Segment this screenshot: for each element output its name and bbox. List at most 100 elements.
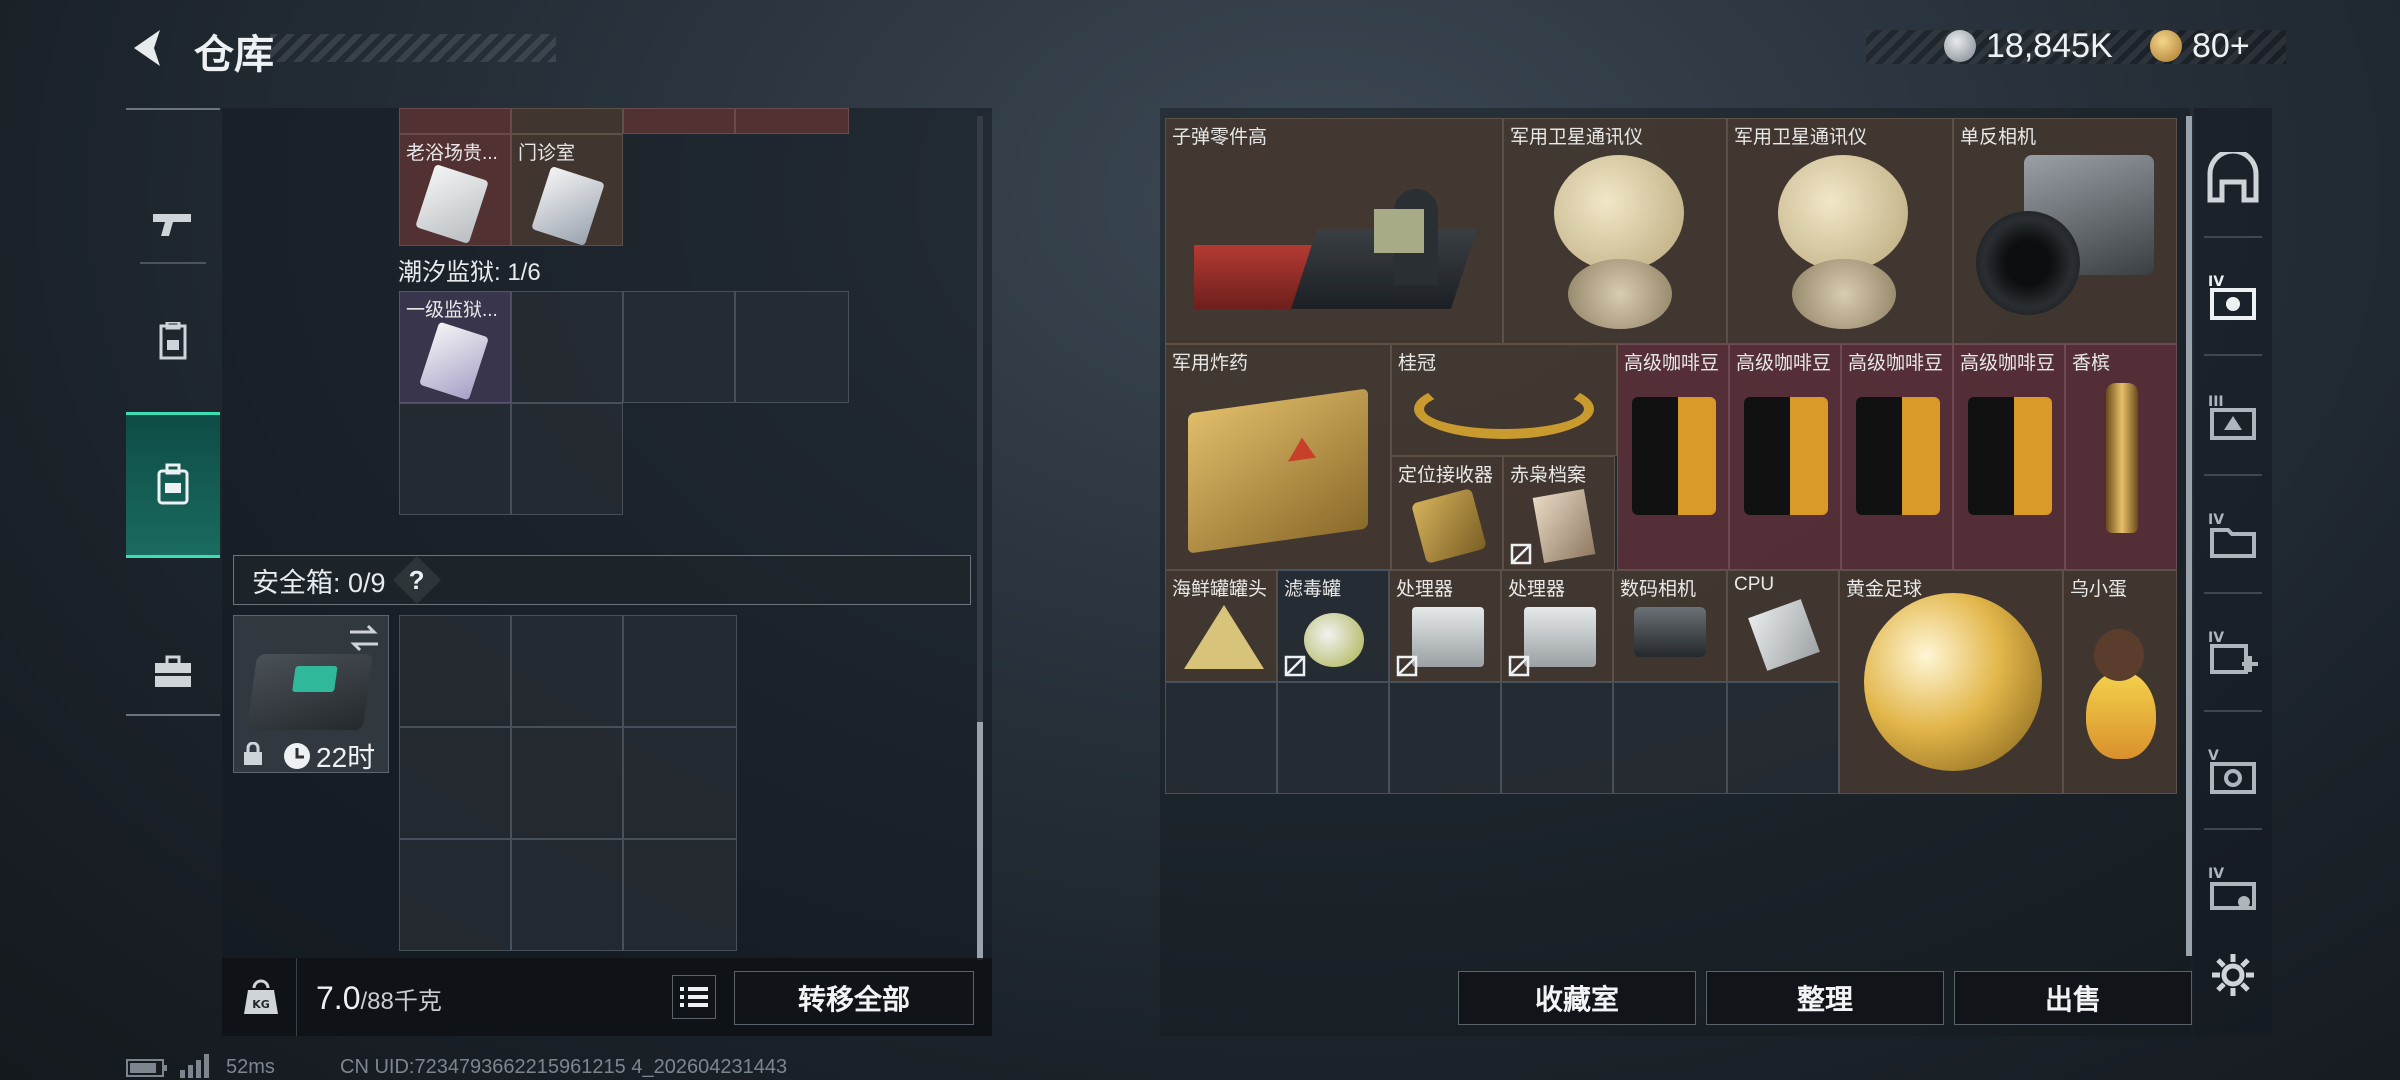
- safe-box-item[interactable]: 22时: [233, 615, 389, 773]
- ammo-crate-icon: [1194, 189, 1477, 319]
- safe-slot[interactable]: [511, 727, 623, 839]
- no-insure-icon: [1510, 543, 1532, 565]
- safe-slot[interactable]: [623, 615, 737, 727]
- key-card-item[interactable]: 门诊室: [511, 134, 623, 247]
- help-icon[interactable]: ?: [392, 555, 441, 605]
- swap-icon: [350, 624, 378, 652]
- empty-slot[interactable]: [1165, 682, 1277, 794]
- gun-icon: [153, 214, 191, 236]
- empty-slot[interactable]: [1727, 682, 1839, 794]
- key-card-item[interactable]: 一级监狱...: [399, 291, 511, 403]
- right-scrollbar[interactable]: [2186, 116, 2192, 956]
- empty-slot[interactable]: [511, 403, 623, 515]
- safe-slot[interactable]: [623, 839, 737, 951]
- item-label: 香槟: [2072, 353, 2111, 374]
- list-icon: [680, 987, 708, 1007]
- item-laurel[interactable]: 桂冠: [1391, 344, 1617, 456]
- item-label: 赤枭档案: [1510, 465, 1587, 486]
- item-label: 海鲜罐罐头: [1172, 579, 1268, 600]
- nav-backpack[interactable]: [126, 412, 220, 558]
- item-label: 处理器: [1508, 579, 1566, 600]
- svg-text:IV: IV: [2208, 512, 2224, 528]
- svg-text:V: V: [2208, 748, 2219, 764]
- item-digital-camera[interactable]: 数码相机: [1613, 570, 1727, 682]
- item-military-explosive[interactable]: 军用炸药: [1165, 344, 1391, 570]
- warehouse-tab-iv-2-icon[interactable]: IV: [2206, 508, 2260, 562]
- item-satellite-comm[interactable]: 军用卫星通讯仪: [1503, 118, 1727, 344]
- sell-button[interactable]: 出售: [1954, 971, 2192, 1025]
- item-filter-canister[interactable]: 滤毒罐: [1277, 570, 1389, 682]
- empty-slot[interactable]: [1389, 682, 1501, 794]
- empty-slot[interactable]: [511, 291, 623, 403]
- warehouse-home-icon[interactable]: [2206, 152, 2260, 206]
- key-card-item[interactable]: 老浴场贵...: [399, 134, 511, 246]
- item-coffee-beans[interactable]: 高级咖啡豆: [1841, 344, 1953, 570]
- ping-readout: 52ms: [226, 1056, 275, 1078]
- briefcase-icon: [155, 655, 191, 687]
- partial-item[interactable]: [511, 108, 623, 134]
- item-seafood-can[interactable]: 海鲜罐罐头: [1165, 570, 1277, 682]
- left-scrollbar-thumb[interactable]: [977, 722, 983, 960]
- item-label: 滤毒罐: [1284, 579, 1342, 600]
- explosive-crate-icon: [1188, 388, 1368, 554]
- digital-camera-icon: [1634, 607, 1706, 657]
- item-processor[interactable]: 处理器: [1389, 570, 1501, 682]
- uid-readout: CN UID:7234793662215961215 4_20260423144…: [340, 1056, 788, 1078]
- item-coffee-beans[interactable]: 高级咖啡豆: [1729, 344, 1841, 570]
- safe-slot[interactable]: [511, 615, 623, 727]
- warehouse-tab-iv-4-icon[interactable]: IV: [2206, 862, 2260, 916]
- warehouse-tab-v-icon[interactable]: V: [2206, 744, 2260, 798]
- safe-slot[interactable]: [399, 727, 511, 839]
- nav-armor[interactable]: [126, 302, 220, 382]
- item-red-owl-file[interactable]: 赤枭档案: [1503, 456, 1615, 570]
- nav-toolbox[interactable]: [126, 632, 220, 712]
- canister-icon: [1304, 613, 1364, 667]
- warehouse-tab-iv-1-icon[interactable]: IV: [2206, 270, 2260, 324]
- nav-weapons[interactable]: [126, 154, 220, 294]
- empty-slot[interactable]: [1613, 682, 1727, 794]
- item-crow-egg[interactable]: 乌小蛋: [2063, 570, 2177, 794]
- partial-item[interactable]: [735, 108, 849, 134]
- safe-slot[interactable]: [511, 839, 623, 951]
- item-satellite-comm[interactable]: 军用卫星通讯仪: [1727, 118, 1953, 344]
- sort-button[interactable]: 整理: [1706, 971, 1944, 1025]
- partial-item[interactable]: [623, 108, 735, 134]
- item-locator-receiver[interactable]: 定位接收器: [1391, 456, 1503, 570]
- gold-coin-icon: [2150, 30, 2182, 62]
- item-cpu[interactable]: CPU: [1727, 570, 1839, 682]
- currency-secondary: 80+: [2150, 24, 2250, 68]
- item-label: 高级咖啡豆: [1624, 353, 1720, 374]
- item-champagne[interactable]: 香槟: [2065, 344, 2177, 570]
- football-icon: [1864, 593, 2042, 771]
- warehouse-tab-iii-icon[interactable]: III: [2206, 390, 2260, 444]
- weight-readout: 7.0 /88千克: [316, 980, 442, 1017]
- settings-gear-icon[interactable]: [2210, 952, 2256, 998]
- item-label: 军用卫星通讯仪: [1510, 127, 1644, 148]
- safe-slot[interactable]: [623, 727, 737, 839]
- item-bullet-parts[interactable]: 子弹零件高: [1165, 118, 1503, 344]
- weight-current: 7.0: [316, 980, 361, 1016]
- item-golden-football[interactable]: 黄金足球: [1839, 570, 2063, 794]
- item-coffee-beans[interactable]: 高级咖啡豆: [1617, 344, 1729, 570]
- list-view-button[interactable]: [672, 975, 716, 1019]
- safe-slot[interactable]: [399, 615, 511, 727]
- empty-slot[interactable]: [1501, 682, 1613, 794]
- champagne-bottle-icon: [2106, 383, 2138, 533]
- warehouse-tab-iv-3-icon[interactable]: IV: [2206, 626, 2260, 680]
- item-processor[interactable]: 处理器: [1501, 570, 1613, 682]
- item-label: 桂冠: [1398, 353, 1437, 374]
- safe-slot[interactable]: [399, 839, 511, 951]
- partial-item[interactable]: [399, 108, 511, 134]
- item-slr-camera[interactable]: 单反相机: [1953, 118, 2177, 344]
- item-coffee-beans[interactable]: 高级咖啡豆: [1953, 344, 2065, 570]
- back-arrow-icon[interactable]: [124, 24, 172, 72]
- item-label: 老浴场贵...: [406, 143, 498, 164]
- empty-slot[interactable]: [399, 403, 511, 515]
- collection-room-button[interactable]: 收藏室: [1458, 971, 1696, 1025]
- transfer-all-button[interactable]: 转移全部: [734, 971, 974, 1025]
- empty-slot[interactable]: [623, 291, 735, 403]
- empty-slot[interactable]: [735, 291, 849, 403]
- satellite-dish-icon: [1554, 155, 1684, 271]
- empty-slot[interactable]: [1277, 682, 1389, 794]
- processor-icon: [1412, 607, 1484, 667]
